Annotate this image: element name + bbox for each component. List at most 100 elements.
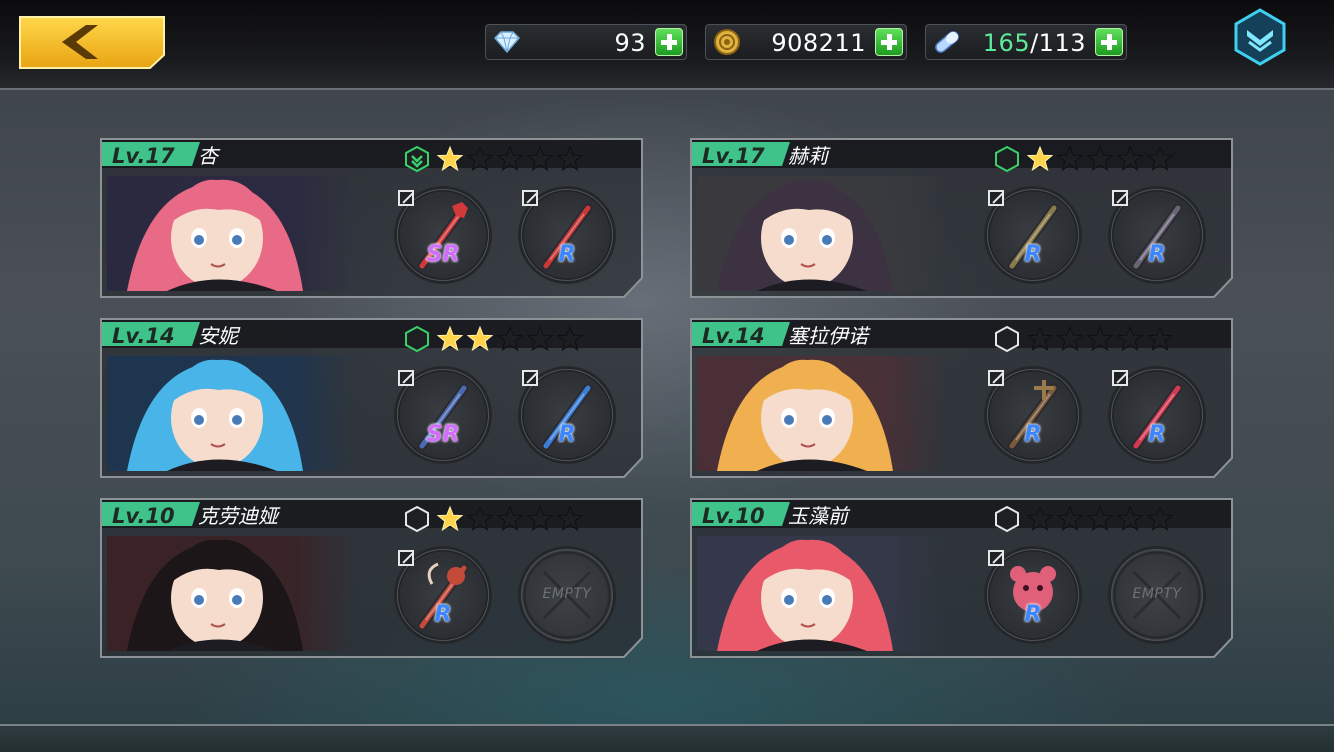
level-label: Lv.14 <box>112 324 175 348</box>
star-empty-icon <box>1086 325 1114 352</box>
star-empty-icon <box>1026 325 1054 352</box>
rarity-badge: R <box>1148 422 1166 447</box>
level-label: Lv.17 <box>702 144 765 168</box>
chevron-down-menu-icon <box>1234 8 1286 66</box>
portrait-frame[interactable] <box>697 356 947 471</box>
star-rating <box>1026 505 1174 533</box>
star-empty-icon <box>1056 505 1084 532</box>
character-portrait <box>107 356 357 471</box>
star-empty-icon <box>1086 145 1114 172</box>
edit-icon <box>988 190 1004 206</box>
stamina-current: 165 <box>982 29 1031 57</box>
equipment-slot[interactable]: R <box>518 366 616 464</box>
character-card[interactable]: Lv.14 安妮 SR R <box>100 318 643 478</box>
equipment-slot[interactable]: R <box>984 366 1082 464</box>
edit-icon <box>1112 190 1128 206</box>
character-portrait <box>697 356 947 471</box>
star-empty-icon <box>496 145 524 172</box>
add-stamina-button[interactable] <box>1095 28 1123 56</box>
character-name: 玉藻前 <box>788 504 848 528</box>
stamina-max: /113 <box>1030 29 1086 57</box>
hexagon-icon <box>995 505 1019 533</box>
star-empty-icon <box>556 325 584 352</box>
rarity-badge: R <box>434 602 452 627</box>
hexagon-icon <box>405 505 429 533</box>
equipment-slot[interactable]: R <box>984 186 1082 284</box>
character-portrait <box>107 176 357 291</box>
star-rating <box>436 325 584 353</box>
rarity-badge: R <box>558 242 576 267</box>
star-empty-icon <box>1146 145 1174 172</box>
portrait-frame[interactable] <box>697 176 947 291</box>
star-filled-icon <box>436 505 464 532</box>
star-rating <box>436 145 584 173</box>
star-rating <box>436 505 584 533</box>
rarity-badge: R <box>558 422 576 447</box>
stamina-counter: 165/113 <box>925 24 1127 60</box>
star-empty-icon <box>1026 505 1054 532</box>
level-label: Lv.14 <box>702 324 765 348</box>
star-filled-icon <box>436 145 464 172</box>
edit-icon <box>398 370 414 386</box>
edit-icon <box>988 370 1004 386</box>
add-diamond-button[interactable] <box>655 28 683 56</box>
capsule-icon <box>935 31 959 53</box>
star-empty-icon <box>1146 505 1174 532</box>
character-portrait <box>697 536 947 651</box>
star-empty-icon <box>1056 145 1084 172</box>
star-empty-icon <box>526 325 554 352</box>
star-empty-icon <box>1146 325 1174 352</box>
rarity-badge: R <box>1024 422 1042 447</box>
rarity-badge: SR <box>426 422 460 447</box>
character-name: 塞拉伊诺 <box>788 324 868 348</box>
star-filled-icon <box>466 325 494 352</box>
level-label: Lv.17 <box>112 144 175 168</box>
empty-equipment-slot[interactable]: EMPTY <box>518 546 616 644</box>
star-empty-icon <box>556 505 584 532</box>
star-filled-icon <box>436 325 464 352</box>
star-empty-icon <box>466 505 494 532</box>
portrait-frame[interactable] <box>697 536 947 651</box>
character-card[interactable]: Lv.14 塞拉伊诺 R R <box>690 318 1233 478</box>
gold-value: 908211 <box>771 29 866 57</box>
star-empty-icon <box>1116 505 1144 532</box>
character-card[interactable]: Lv.17 赫莉 R R <box>690 138 1233 298</box>
character-name: 克劳迪娅 <box>198 504 278 528</box>
star-rating <box>1026 325 1174 353</box>
star-empty-icon <box>1086 505 1114 532</box>
diamond-icon <box>493 31 521 54</box>
empty-equipment-slot[interactable]: EMPTY <box>1108 546 1206 644</box>
hexagon-chevron-icon <box>405 145 429 173</box>
equipment-slot[interactable]: R <box>1108 366 1206 464</box>
character-portrait <box>697 176 947 291</box>
portrait-frame[interactable] <box>107 356 357 471</box>
character-name: 杏 <box>198 144 218 168</box>
rarity-badge: SR <box>426 242 460 267</box>
add-gold-button[interactable] <box>875 28 903 56</box>
star-empty-icon <box>526 505 554 532</box>
menu-button[interactable] <box>1232 8 1288 66</box>
character-name: 赫莉 <box>788 144 828 168</box>
star-empty-icon <box>1056 325 1084 352</box>
empty-label: EMPTY <box>1132 586 1182 602</box>
equipment-slot[interactable]: SR <box>394 366 492 464</box>
character-card[interactable]: Lv.10 克劳迪娅 R EMPTY <box>100 498 643 658</box>
equipment-slot[interactable]: R <box>984 546 1082 644</box>
character-card[interactable]: Lv.10 玉藻前 R EMPTY <box>690 498 1233 658</box>
star-empty-icon <box>1116 325 1144 352</box>
diamond-counter: 93 <box>485 24 687 60</box>
empty-label: EMPTY <box>542 586 592 602</box>
equipment-slot[interactable]: R <box>1108 186 1206 284</box>
back-button[interactable] <box>18 15 166 69</box>
character-card[interactable]: Lv.17 杏 SR R <box>100 138 643 298</box>
character-portrait <box>107 536 357 651</box>
equipment-slot[interactable]: SR <box>394 186 492 284</box>
rarity-badge: R <box>1148 242 1166 267</box>
equipment-slot[interactable]: R <box>394 546 492 644</box>
portrait-frame[interactable] <box>107 536 357 651</box>
star-rating <box>1026 145 1174 173</box>
star-empty-icon <box>496 505 524 532</box>
portrait-frame[interactable] <box>107 176 357 291</box>
star-empty-icon <box>1116 145 1144 172</box>
equipment-slot[interactable]: R <box>518 186 616 284</box>
